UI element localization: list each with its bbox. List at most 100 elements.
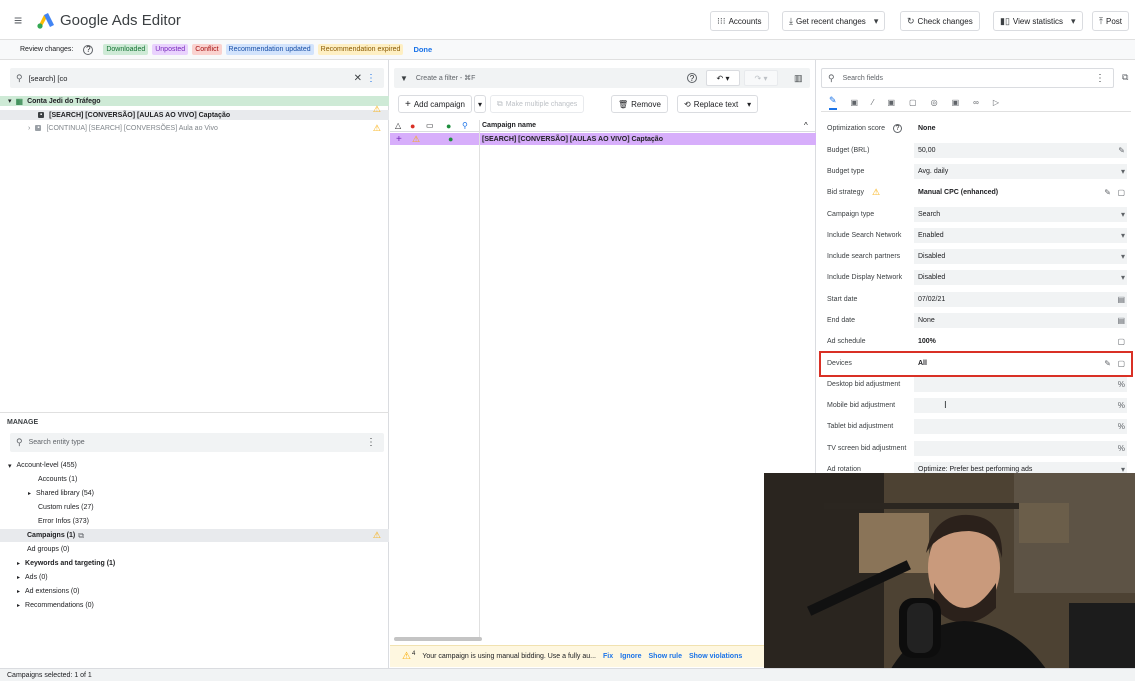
tree-campaign-row[interactable]: › ▪ [CONTINUA] [SEARCH] [CONVERSÕES] Aul… (0, 123, 389, 133)
tab-display[interactable]: ▣ (887, 98, 895, 107)
redo-button[interactable]: ↷ ▾ (744, 70, 778, 86)
done-link[interactable]: Done (413, 45, 432, 54)
make-multiple-changes-button[interactable]: ⧉ Make multiple changes (490, 95, 585, 113)
tree-campaign-row-selected[interactable]: ▪ [SEARCH] [CONVERSÃO] [AULAS AO VIVO] C… (0, 104, 389, 120)
col-campaign-name[interactable]: Campaign name (482, 122, 536, 129)
manage-item[interactable]: ▸ Shared library (54) (0, 487, 389, 500)
horizontal-scrollbar[interactable] (394, 637, 482, 641)
desktop-bid-input[interactable] (914, 377, 1127, 392)
post-button[interactable]: ⤒ Post (1092, 11, 1129, 31)
calendar-icon[interactable]: ▤ (1117, 295, 1125, 304)
help-icon[interactable]: ? (893, 124, 902, 133)
help-icon[interactable]: ? (687, 73, 697, 83)
add-campaign-dropdown[interactable]: ▾ (474, 95, 487, 113)
tab-ad[interactable]: ▣ (952, 98, 960, 107)
caret-down-icon[interactable]: ▾ (1121, 273, 1125, 282)
tree-search-box[interactable]: ⚲ [search] [co ✕ ⋮ (10, 68, 384, 88)
clear-icon[interactable]: ✕ (354, 73, 362, 84)
open-external-icon[interactable]: ⧉ (1122, 72, 1128, 83)
caret-down-icon[interactable]: ▾ (1121, 210, 1125, 219)
manage-item[interactable]: ▸ Keywords and targeting (1) (0, 557, 389, 570)
expand-icon[interactable]: ▸ (28, 490, 31, 497)
manage-item[interactable]: Accounts (1) (0, 473, 389, 486)
manage-item[interactable]: Custom rules (27) (0, 501, 389, 514)
caret-down-icon[interactable]: ▾ (1121, 167, 1125, 176)
expand-icon[interactable]: ▸ (17, 560, 20, 567)
tab-magic[interactable]: ⁄ (872, 98, 873, 107)
tab-frame[interactable]: ▢ (909, 98, 917, 107)
warning-outline-icon[interactable]: △ (395, 121, 401, 130)
edit-pencil-icon[interactable]: ✎ (1118, 146, 1125, 155)
calendar-icon[interactable]: ▤ (1117, 316, 1125, 325)
show-violations-link[interactable]: Show violations (689, 653, 742, 660)
search-network-select[interactable]: Enabled (914, 228, 1127, 243)
help-icon[interactable]: ? (83, 44, 94, 55)
check-changes-button[interactable]: ↻ Check changes (900, 11, 980, 31)
manage-item[interactable]: ▸ Ads (0) (0, 571, 389, 584)
caret-down-icon[interactable]: ▾ (1121, 231, 1125, 240)
clipboard-icon[interactable]: ▢ (1117, 188, 1125, 197)
manage-item[interactable]: Error Infos (373) (0, 515, 389, 528)
tab-label[interactable]: ▷ (993, 98, 999, 107)
error-status-icon[interactable]: ● (410, 121, 415, 131)
field-search-input[interactable]: Search fields (843, 75, 883, 82)
entity-search-box[interactable]: ⚲ Search entity type ⋮ (10, 433, 384, 452)
collapse-icon[interactable]: ▾ (8, 462, 12, 470)
view-statistics-button[interactable]: ▮▯ View statistics ▾ (993, 11, 1083, 31)
edit-box-icon[interactable]: ⧉ (78, 531, 84, 541)
expand-icon[interactable]: ▸ (17, 602, 20, 609)
sort-asc-icon[interactable]: ^ (804, 121, 808, 130)
manage-item[interactable]: ▾ Account-level (455) (0, 459, 389, 472)
manage-item-selected[interactable]: Campaigns (1) ⧉ ⚠ (0, 529, 389, 542)
menu-icon[interactable]: ≡ (14, 13, 28, 27)
collapse-icon[interactable]: ▾ (8, 97, 12, 105)
tab-edit[interactable]: ✎ (829, 95, 837, 110)
filter-input[interactable]: Create a filter - ⌘F (416, 74, 476, 82)
manage-item[interactable]: Ad groups (0) (0, 543, 389, 556)
tab-image[interactable]: ▣ (851, 98, 859, 107)
caret-down-icon[interactable]: ▾ (1121, 252, 1125, 261)
tree-account-row[interactable]: ▾ ▦ Conta Jedi do Tráfego (0, 96, 389, 106)
replace-text-button[interactable]: ⟲ Replace text ▾ (677, 95, 759, 113)
chip-recommendation-expired[interactable]: Recommendation expired (317, 44, 404, 55)
columns-icon[interactable]: ▥ (794, 73, 803, 84)
tab-target[interactable]: ◎ (931, 98, 938, 107)
expand-icon[interactable]: ▸ (17, 588, 20, 595)
accounts-button[interactable]: ⁝⁝⁝ Accounts (710, 11, 769, 31)
chip-downloaded[interactable]: Downloaded (103, 44, 149, 55)
undo-button[interactable]: ↶ ▾ (706, 70, 740, 86)
start-date-input[interactable]: 07/02/21 (914, 292, 1127, 307)
more-vert-icon[interactable]: ⋮ (1095, 73, 1105, 84)
clipboard-icon[interactable]: ▢ (1117, 337, 1125, 346)
campaign-name-cell[interactable]: [SEARCH] [CONVERSÃO] [AULAS AO VIVO] Cap… (482, 136, 663, 143)
tab-link[interactable]: ∞ (973, 98, 979, 107)
display-network-select[interactable]: Disabled (914, 270, 1127, 285)
table-row[interactable]: + ⚠ ● [SEARCH] [CONVERSÃO] [AULAS AO VIV… (390, 133, 816, 145)
tablet-bid-input[interactable] (914, 419, 1127, 434)
budget-type-select[interactable]: Avg. daily (914, 164, 1127, 179)
more-vert-icon[interactable]: ⋮ (366, 437, 376, 448)
entity-search-placeholder[interactable]: Search entity type (29, 439, 85, 446)
add-campaign-button[interactable]: + Add campaign (398, 95, 472, 113)
more-vert-icon[interactable]: ⋮ (366, 73, 376, 84)
location-pin-icon[interactable]: ⚲ (462, 121, 468, 130)
comment-icon[interactable]: ▭ (426, 121, 434, 130)
campaign-type-select[interactable]: Search (914, 207, 1127, 222)
filter-bar[interactable]: ▼ Create a filter - ⌘F ? ↶ ▾ ↷ ▾ ▥ (394, 68, 810, 88)
manage-item[interactable]: ▸ Ad extensions (0) (0, 585, 389, 598)
tree-search-input[interactable]: [search] [co (29, 74, 68, 83)
edit-pencil-icon[interactable]: ✎ (1104, 188, 1111, 197)
expand-icon[interactable]: › (28, 125, 30, 132)
tv-bid-input[interactable] (914, 441, 1127, 456)
expand-icon[interactable]: ▸ (17, 574, 20, 581)
chip-conflict[interactable]: Conflict (192, 44, 222, 55)
budget-input[interactable]: 50,00 (914, 143, 1127, 158)
fix-link[interactable]: Fix (603, 653, 613, 660)
status-dot-icon[interactable]: ● (446, 121, 451, 131)
chip-recommendation-updated[interactable]: Recommendation updated (225, 44, 314, 55)
field-search-box[interactable]: ⚲ Search fields ⋮ (821, 68, 1114, 88)
show-rule-link[interactable]: Show rule (649, 653, 682, 660)
get-recent-changes-button[interactable]: ⤓ Get recent changes ▾ (782, 11, 886, 31)
end-date-input[interactable]: None (914, 313, 1127, 328)
chip-unposted[interactable]: Unposted (152, 44, 189, 55)
